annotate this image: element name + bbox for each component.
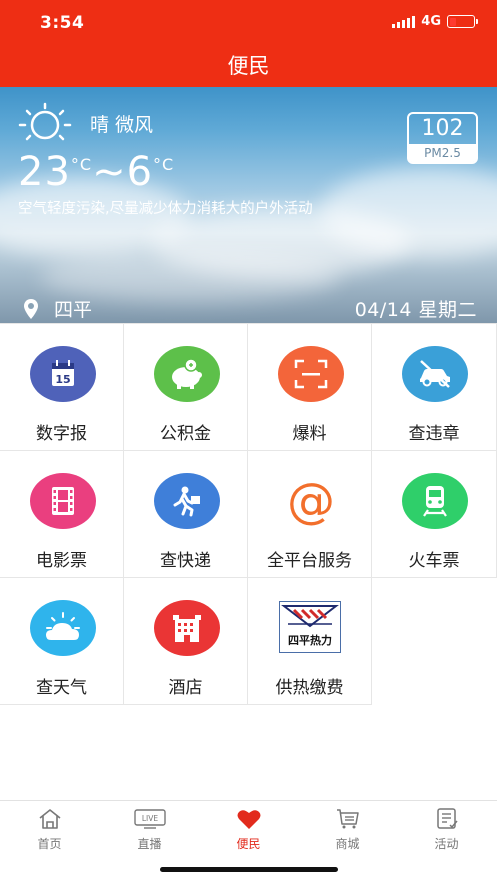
home-icon: [0, 807, 99, 831]
tab-label: 直播: [137, 837, 162, 851]
weather-icon: [30, 600, 96, 656]
weather-condition: 晴 微风: [90, 113, 154, 136]
weather-banner[interactable]: 晴 微风 23°C~6°C 空气轻度污染,尽量减少体力消耗大的户外活动 102 …: [0, 87, 497, 323]
live-icon-text: LIVE: [141, 814, 158, 823]
temp-high: 23: [18, 149, 71, 195]
signal-icon: [392, 15, 416, 28]
service-label: 供热缴费: [275, 678, 344, 698]
calendar-icon: 15: [30, 346, 96, 402]
service-heating-payment[interactable]: 四平热力 供热缴费: [248, 578, 372, 705]
service-train-tickets[interactable]: 火车票: [372, 451, 497, 578]
temp-unit-low: °C: [153, 155, 175, 174]
status-indicators: 4G: [392, 14, 478, 29]
no-car-icon: [402, 346, 468, 402]
courier-icon: [154, 473, 220, 529]
sun-icon: [18, 102, 72, 141]
service-label: 查快递: [160, 551, 211, 571]
empty-cell: [372, 578, 497, 705]
tab-label: 首页: [37, 837, 62, 851]
heating-logo-text: 四平热力: [288, 633, 332, 647]
service-label: 查违章: [408, 424, 460, 444]
siping-heating-logo: 四平热力: [279, 601, 341, 653]
service-report[interactable]: 爆料: [248, 324, 372, 451]
service-digital-newspaper[interactable]: 15 数字报: [0, 324, 124, 451]
svg-text:@: @: [287, 474, 335, 528]
scan-icon: [278, 346, 344, 402]
temp-unit-high: °C: [70, 155, 93, 174]
service-traffic-violation[interactable]: 查违章: [372, 324, 497, 451]
air-quality-advice: 空气轻度污染,尽量减少体力消耗大的户外活动: [18, 201, 313, 217]
network-type: 4G: [421, 14, 441, 29]
shop-icon: [298, 807, 397, 831]
at-icon: @: [278, 473, 344, 529]
location-pin-icon: [24, 298, 38, 319]
status-time: 3:54: [40, 13, 85, 33]
tab-label: 便民: [236, 837, 261, 851]
pm25-label: PM2.5: [409, 144, 476, 162]
heart-icon: [199, 807, 298, 831]
tab-activity[interactable]: 活动: [397, 807, 496, 852]
service-housing-fund[interactable]: 公积金: [124, 324, 248, 451]
service-label: 火车票: [408, 551, 460, 571]
service-weather[interactable]: 查天气: [0, 578, 124, 705]
service-label: 公积金: [160, 424, 211, 444]
page-title: 便民: [227, 54, 270, 78]
tab-shop[interactable]: 商城: [298, 807, 397, 852]
service-all-platform[interactable]: @ 全平台服务: [248, 451, 372, 578]
svg-text:15: 15: [55, 373, 70, 386]
service-label: 爆料: [292, 424, 327, 444]
service-label: 查天气: [36, 678, 87, 698]
service-express-tracking[interactable]: 查快递: [124, 451, 248, 578]
service-label: 酒店: [168, 678, 203, 698]
location[interactable]: 四平: [24, 295, 92, 322]
temp-separator: ~: [92, 149, 127, 195]
temp-low: 6: [126, 149, 154, 195]
activity-icon: [397, 807, 496, 831]
location-name: 四平: [54, 299, 93, 321]
tab-live[interactable]: LIVE 直播: [100, 807, 199, 852]
tab-label: 活动: [434, 837, 459, 851]
service-label: 全平台服务: [267, 551, 352, 571]
film-icon: [30, 473, 96, 529]
weather-date: 04/14 星期二: [354, 299, 477, 321]
top-header: 3:54 4G 便民: [0, 0, 497, 87]
tab-convenience[interactable]: 便民: [199, 807, 298, 852]
pm25-badge: 102 PM2.5: [407, 112, 478, 164]
service-movie-tickets[interactable]: 电影票: [0, 451, 124, 578]
service-label: 数字报: [36, 424, 87, 444]
temperature-range: 23°C~6°C: [18, 149, 174, 195]
piggy-bank-icon: [154, 346, 220, 402]
service-hotel[interactable]: 酒店: [124, 578, 248, 705]
live-icon: LIVE: [100, 807, 199, 831]
pm25-value: 102: [421, 116, 464, 141]
tab-home[interactable]: 首页: [0, 807, 99, 852]
battery-icon: [447, 15, 478, 28]
train-icon: [402, 473, 468, 529]
service-grid: 15 数字报 公积金 爆料 查违章 电影票 查快递 @ 全平台服务 火车票 查天…: [0, 323, 497, 705]
hotel-icon: [154, 600, 220, 656]
home-indicator: [160, 867, 338, 872]
service-label: 电影票: [36, 551, 87, 571]
tab-label: 商城: [335, 837, 360, 851]
